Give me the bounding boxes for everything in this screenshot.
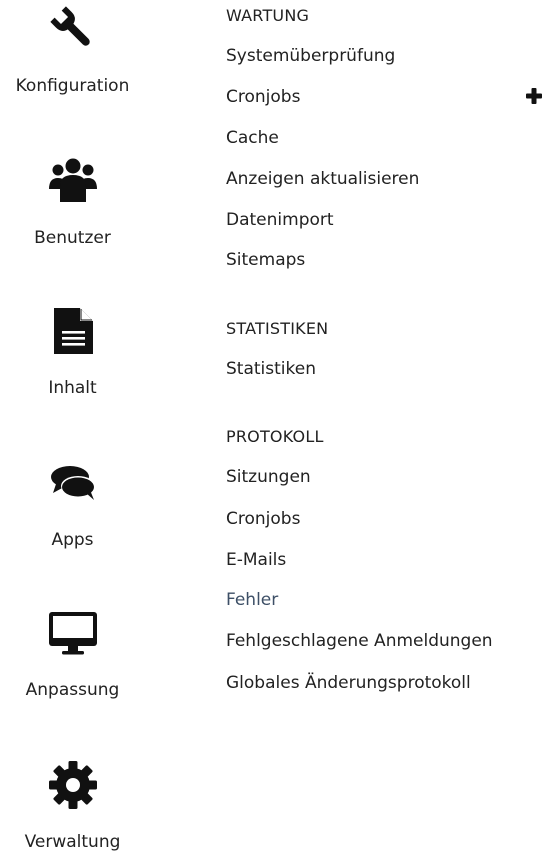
- menu-link-fehlgeschlagene-anmeldungen[interactable]: Fehlgeschlagene Anmeldungen: [226, 631, 493, 651]
- desktop-icon: [48, 608, 98, 658]
- users-icon: [48, 156, 98, 206]
- menu-link-systemueberpruefung[interactable]: Systemüberprüfung: [226, 46, 395, 66]
- plus-icon[interactable]: [526, 88, 542, 104]
- sidebar-item-label: Apps: [51, 530, 94, 550]
- sidebar-item-label: Konfiguration: [15, 76, 130, 96]
- menu-link-cache[interactable]: Cache: [226, 128, 279, 148]
- menu-link-anzeigen-aktualisieren[interactable]: Anzeigen aktualisieren: [226, 169, 419, 189]
- comments-icon: [48, 458, 98, 508]
- menu-link-sitzungen[interactable]: Sitzungen: [226, 467, 311, 487]
- menu-link-cronjobs[interactable]: Cronjobs: [226, 87, 300, 107]
- sidebar-item-apps[interactable]: Apps: [0, 458, 145, 550]
- section-heading-wartung: WARTUNG: [226, 6, 310, 25]
- menu-link-statistiken[interactable]: Statistiken: [226, 359, 316, 379]
- sidebar-item-label: Inhalt: [48, 378, 97, 398]
- document-icon: [48, 306, 98, 356]
- menu-link-fehler[interactable]: Fehler: [226, 590, 278, 610]
- sidebar-item-benutzer[interactable]: Benutzer: [0, 156, 145, 248]
- menu-link-datenimport[interactable]: Datenimport: [226, 210, 334, 230]
- menu-link-e-mails[interactable]: E-Mails: [226, 550, 286, 570]
- menu-link-cronjobs-protokoll[interactable]: Cronjobs: [226, 509, 300, 529]
- sidebar-item-anpassung[interactable]: Anpassung: [0, 608, 145, 700]
- sidebar-item-inhalt[interactable]: Inhalt: [0, 306, 145, 398]
- sidebar: Konfiguration Benutzer Inhalt Apps Anpas…: [0, 0, 145, 852]
- gear-icon: [48, 760, 98, 810]
- section-heading-statistiken: STATISTIKEN: [226, 319, 329, 338]
- sidebar-item-verwaltung[interactable]: Verwaltung: [0, 760, 145, 852]
- menu-link-globales-aenderungsprotokoll[interactable]: Globales Änderungsprotokoll: [226, 673, 471, 693]
- sidebar-item-konfiguration[interactable]: Konfiguration: [0, 4, 145, 96]
- sidebar-item-label: Verwaltung: [24, 832, 121, 852]
- section-heading-protokoll: PROTOKOLL: [226, 427, 324, 446]
- sidebar-item-label: Anpassung: [25, 680, 120, 700]
- wrench-icon: [48, 4, 98, 54]
- sidebar-item-label: Benutzer: [34, 228, 111, 248]
- menu-link-sitemaps[interactable]: Sitemaps: [226, 250, 305, 270]
